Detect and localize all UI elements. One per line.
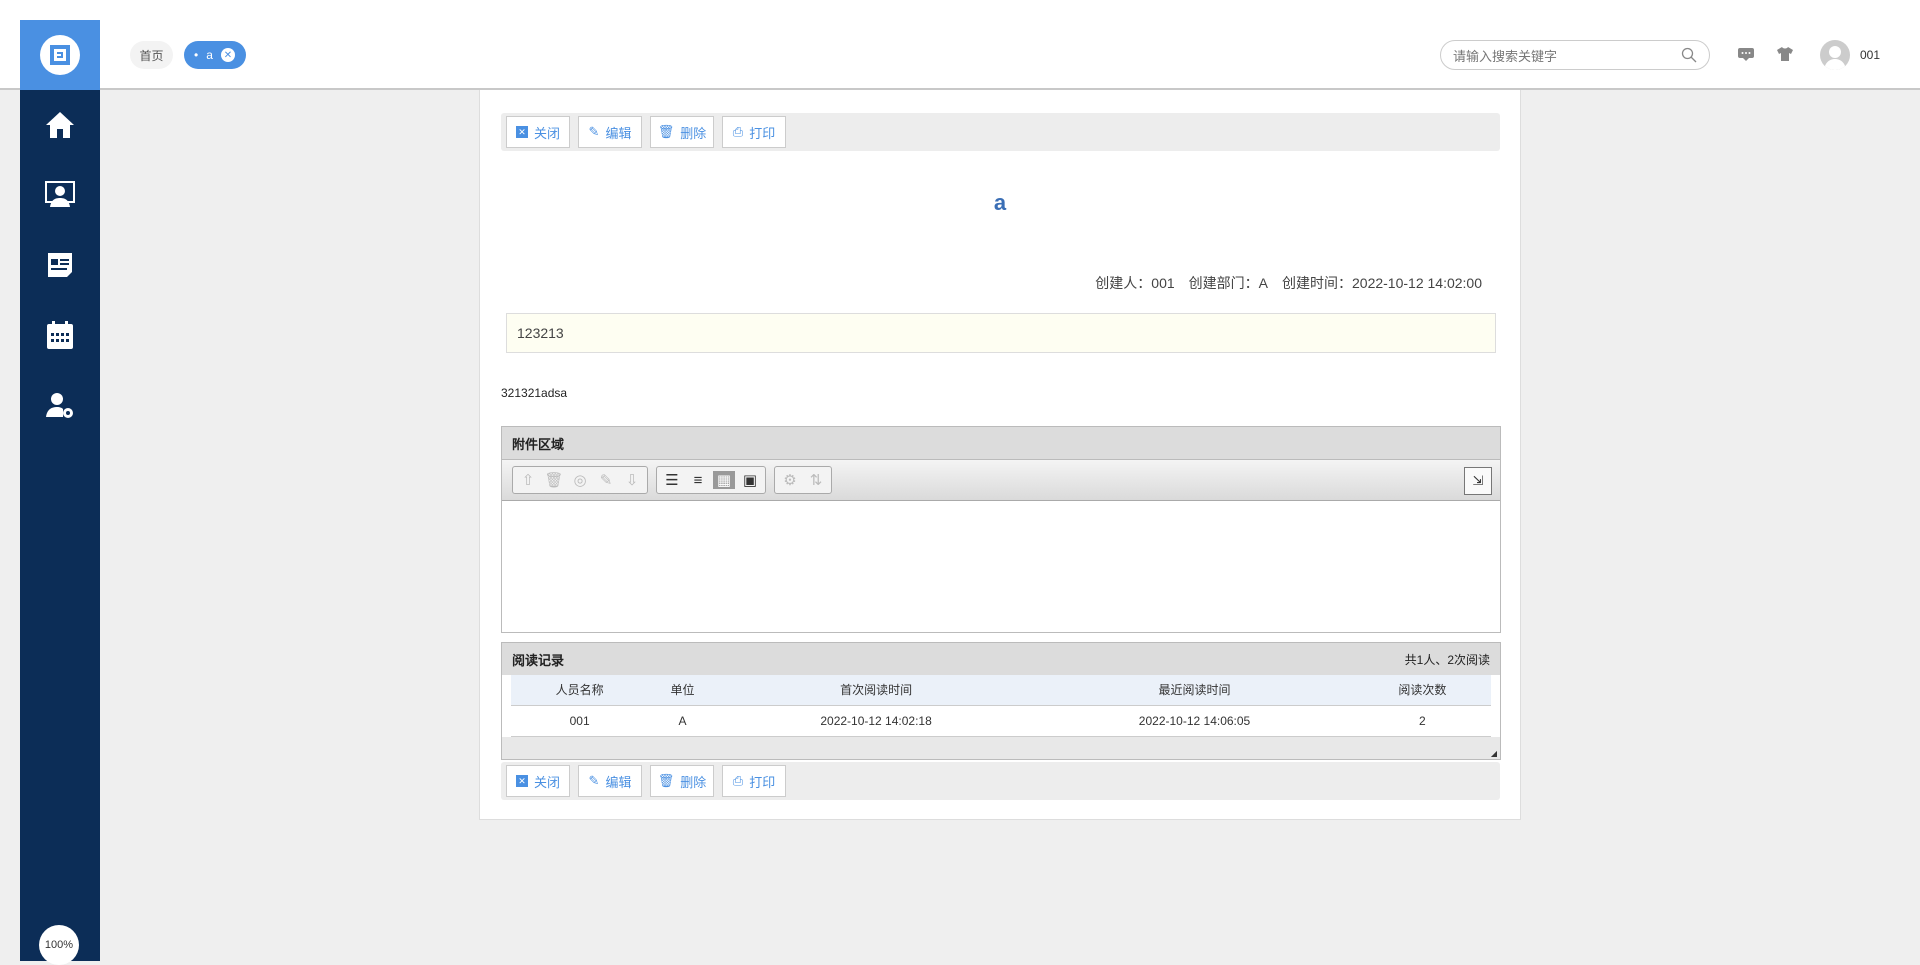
cell: 001 [511,705,649,737]
read-record-table: 人员名称 单位 首次阅读时间 最近阅读时间 阅读次数 001 A 2022-10… [511,675,1491,737]
preview-icon[interactable]: ◎ [569,471,591,489]
document-meta: 创建人：001 创建部门：A 创建时间：2022-10-12 14:02:00 [1081,273,1482,293]
column-header: 人员名称 [511,675,649,706]
read-record-header: 阅读记录 共1人、2次阅读 [502,643,1500,675]
list-view-icon[interactable]: ☰ [661,471,683,489]
close-button[interactable]: ✕ 关闭 [506,116,570,148]
label: 删除 [680,774,707,790]
edit-icon[interactable]: ✎ [595,471,617,489]
label: 关闭 [533,774,560,790]
label: 编辑 [605,125,632,141]
print-button[interactable]: ⎙ 打印 [722,765,786,797]
table-row: 001 A 2022-10-12 14:02:18 2022-10-12 14:… [511,705,1491,737]
cell: A [648,705,717,737]
created-time: 创建时间：2022-10-12 14:02:00 [1282,275,1482,291]
document-title: a [993,190,1007,215]
logo-icon [50,45,70,65]
logo[interactable] [20,20,100,90]
panel-title: 阅读记录 [512,652,565,668]
sort-icon[interactable]: ⇅ [805,471,827,489]
table-footer: ◢ [502,736,1500,759]
delete-button[interactable]: 🗑 删除 [650,116,714,148]
top-header: 首页 • a ✕ 请输入搜索关键字 001 [0,0,1920,90]
attachment-panel: 附件区域 ⇧ 🗑 ◎ ✎ ⇩ ☰ ≡ ▦ ▣ ⚙ ⇅ ⇲ [501,426,1501,633]
tab-a[interactable]: • a ✕ [184,41,246,69]
column-header: 最近阅读时间 [1035,675,1354,706]
theme-shirt-icon[interactable] [1776,46,1794,62]
cell: 2 [1353,705,1491,737]
pencil-icon: ✎ [588,124,600,139]
cell: 2022-10-12 14:06:05 [1035,705,1354,737]
tab-label: a [206,48,213,62]
sidebar-item-user-settings[interactable] [20,370,100,440]
tab-label: 首页 [139,48,164,63]
label: 打印 [749,125,776,141]
news-icon [48,253,72,277]
home-icon [46,112,74,138]
search-icon[interactable] [1681,47,1697,63]
panel-title: 附件区域 [512,436,565,452]
printer-icon: ⎙ [732,773,744,788]
label: 编辑 [605,774,632,790]
user-settings-icon [46,393,73,418]
department: 创建部门：A [1188,275,1268,291]
user-name[interactable]: 001 [1860,48,1880,62]
dot-icon: • [194,48,199,62]
sidebar-item-calendar[interactable] [20,300,100,370]
search-placeholder: 请输入搜索关键字 [1453,48,1558,64]
avatar[interactable] [1820,40,1850,70]
sidebar-item-home[interactable] [20,90,100,160]
resize-handle-icon[interactable]: ◢ [1491,749,1497,758]
settings-icon[interactable]: ⚙ [779,471,801,489]
edit-button[interactable]: ✎ 编辑 [578,765,642,797]
close-icon: ✕ [515,126,528,138]
trash-icon: 🗑 [657,124,675,139]
expand-icon[interactable]: ⇲ [1464,467,1492,495]
read-record-panel: 阅读记录 共1人、2次阅读 人员名称 单位 首次阅读时间 最近阅读时间 阅读次数 … [501,642,1501,760]
sidebar-item-monitor[interactable] [20,160,100,230]
search-input[interactable]: 请输入搜索关键字 [1440,40,1710,70]
document-card: ✕ 关闭 ✎ 编辑 🗑 删除 ⎙ 打印 a 创建人：001 创建部门：A 创建时间：2022… [479,90,1521,820]
close-tab-icon[interactable]: ✕ [220,48,235,62]
edit-button[interactable]: ✎ 编辑 [578,116,642,148]
table-header-row: 人员名称 单位 首次阅读时间 最近阅读时间 阅读次数 [511,675,1491,706]
trash-icon: 🗑 [657,773,675,788]
sidebar-item-news[interactable] [20,230,100,300]
label: 打印 [749,774,776,790]
close-icon: ✕ [515,775,528,787]
column-header: 阅读次数 [1353,675,1491,706]
label: 删除 [680,125,707,141]
monitor-user-icon [45,181,75,207]
cell: 2022-10-12 14:02:18 [716,705,1036,737]
close-button[interactable]: ✕ 关闭 [506,765,570,797]
printer-icon: ⎙ [732,124,744,139]
creator: 创建人：001 [1095,275,1175,291]
column-header: 单位 [648,675,717,706]
attachment-toolbar: ⇧ 🗑 ◎ ✎ ⇩ ☰ ≡ ▦ ▣ ⚙ ⇅ ⇲ [502,459,1500,501]
document-summary: 123213 [506,313,1496,353]
message-icon[interactable] [1737,46,1755,62]
attachment-panel-header: 附件区域 [502,427,1500,459]
zoom-level[interactable]: 100% [39,925,79,965]
trash-icon[interactable]: 🗑 [543,471,565,489]
sidebar: 100% [20,20,100,965]
bottom-toolbar: ✕ 关闭 ✎ 编辑 🗑 删除 ⎙ 打印 [501,762,1500,800]
image-view-icon[interactable]: ▣ [739,471,761,489]
pencil-icon: ✎ [588,773,600,788]
delete-button[interactable]: 🗑 删除 [650,765,714,797]
print-button[interactable]: ⎙ 打印 [722,116,786,148]
document-body: 321321adsa [501,386,568,400]
top-toolbar: ✕ 关闭 ✎ 编辑 🗑 删除 ⎙ 打印 [501,113,1500,151]
download-icon[interactable]: ⇩ [621,471,643,489]
column-header: 首次阅读时间 [716,675,1036,706]
upload-icon[interactable]: ⇧ [517,471,539,489]
ordered-list-icon[interactable]: ≡ [687,472,709,489]
calendar-icon [47,321,73,349]
grid-view-icon[interactable]: ▦ [713,471,735,489]
read-summary: 共1人、2次阅读 [1404,652,1490,667]
tab-home[interactable]: 首页 [130,41,173,69]
label: 关闭 [533,125,560,141]
